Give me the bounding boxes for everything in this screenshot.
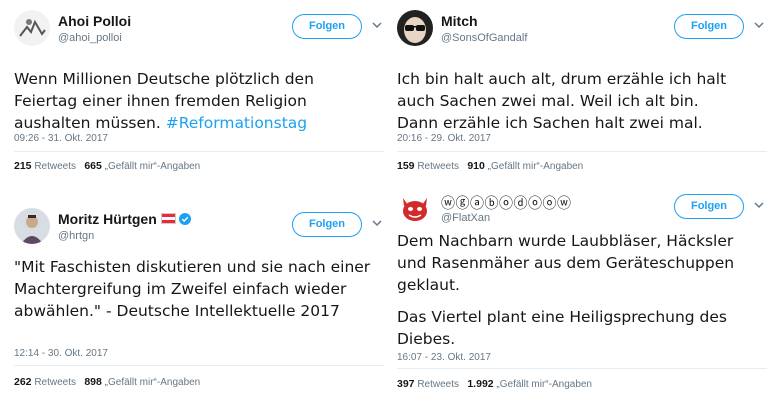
chevron-down-icon[interactable]: [752, 198, 766, 212]
timestamp[interactable]: 09:26 - 31. Okt. 2017: [14, 133, 108, 144]
engagement-stats: 397 Retweets 1.992 „Gefällt mir“-Angaben: [397, 378, 592, 390]
engagement-stats: 262 Retweets 898 „Gefällt mir“-Angaben: [14, 376, 200, 388]
follow-button[interactable]: Folgen: [292, 14, 362, 39]
divider: [397, 368, 767, 369]
follow-button[interactable]: Folgen: [674, 194, 744, 219]
chevron-down-icon[interactable]: [370, 216, 384, 230]
retweets-label[interactable]: Retweets: [417, 161, 459, 172]
retweets-label[interactable]: Retweets: [34, 161, 76, 172]
tweet-card-flatxan: ⓦⓖⓐⓑⓞⓓⓞⓞⓦ @FlatXan Folgen Dem Nachbarn w…: [397, 190, 767, 415]
user-handle[interactable]: @FlatXan: [441, 212, 490, 224]
user-handle[interactable]: @SonsOfGandalf: [441, 32, 527, 44]
hashtag-link[interactable]: #Reformationstag: [166, 114, 307, 132]
tweet-paragraph: Das Viertel plant eine Heiligsprechung d…: [397, 308, 728, 348]
like-count[interactable]: 910: [467, 160, 485, 172]
display-name[interactable]: Ahoi Polloi: [58, 13, 131, 29]
retweet-count[interactable]: 262: [14, 376, 32, 388]
engagement-stats: 159 Retweets 910 „Gefällt mir“-Angaben: [397, 160, 583, 172]
divider: [14, 365, 384, 366]
retweets-label[interactable]: Retweets: [34, 377, 76, 388]
like-count[interactable]: 1.992: [467, 378, 493, 390]
likes-label[interactable]: „Gefällt mir“-Angaben: [105, 377, 201, 388]
retweet-count[interactable]: 397: [397, 378, 415, 390]
timestamp[interactable]: 20:16 - 29. Okt. 2017: [397, 133, 491, 144]
tweet-text: "Mit Faschisten diskutieren und sie nach…: [14, 256, 374, 322]
timestamp[interactable]: 12:14 - 30. Okt. 2017: [14, 348, 108, 359]
engagement-stats: 215 Retweets 665 „Gefällt mir“-Angaben: [14, 160, 200, 172]
divider: [397, 151, 767, 152]
like-count[interactable]: 665: [84, 160, 102, 172]
divider: [14, 151, 384, 152]
likes-label[interactable]: „Gefällt mir“-Angaben: [105, 161, 201, 172]
display-name-text[interactable]: Moritz Hürtgen: [58, 211, 157, 227]
tweet-body: "Mit Faschisten diskutieren und sie nach…: [14, 258, 371, 320]
chevron-down-icon[interactable]: [752, 18, 766, 32]
avatar[interactable]: [14, 208, 50, 244]
avatar[interactable]: [397, 190, 433, 226]
tweet-body: Ich bin halt auch alt, drum erzähle ich …: [397, 70, 727, 132]
retweet-count[interactable]: 215: [14, 160, 32, 172]
retweet-count[interactable]: 159: [397, 160, 415, 172]
display-name[interactable]: Moritz Hürtgen: [58, 211, 191, 227]
timestamp[interactable]: 16:07 - 23. Okt. 2017: [397, 352, 491, 363]
chevron-down-icon[interactable]: [370, 18, 384, 32]
tweet-text: Wenn Millionen Deutsche plötzlich den Fe…: [14, 68, 354, 134]
display-name[interactable]: ⓦⓖⓐⓑⓞⓓⓞⓞⓦ: [441, 193, 572, 213]
tweet-card-ahoi-polloi: Ahoi Polloi @ahoi_polloi Folgen Wenn Mil…: [14, 10, 384, 185]
follow-button[interactable]: Folgen: [292, 212, 362, 237]
tweet-card-mitch: Mitch @SonsOfGandalf Folgen Ich bin halt…: [397, 10, 767, 185]
verified-badge-icon: [178, 213, 191, 225]
follow-button[interactable]: Folgen: [674, 14, 744, 39]
display-name[interactable]: Mitch: [441, 13, 478, 29]
like-count[interactable]: 898: [84, 376, 102, 388]
tweet-text: Ich bin halt auch alt, drum erzähle ich …: [397, 68, 742, 134]
tweet-text: Dem Nachbarn wurde Laubbläser, Häcksler …: [397, 230, 757, 350]
user-handle[interactable]: @hrtgn: [58, 230, 94, 242]
tweet-paragraph: Dem Nachbarn wurde Laubbläser, Häcksler …: [397, 232, 735, 294]
tweet-card-moritz-huertgen: Moritz Hürtgen @hrtgn Folgen "Mit Faschi…: [14, 208, 384, 408]
user-handle[interactable]: @ahoi_polloi: [58, 32, 122, 44]
likes-label[interactable]: „Gefällt mir“-Angaben: [496, 379, 592, 390]
likes-label[interactable]: „Gefällt mir“-Angaben: [488, 161, 584, 172]
avatar[interactable]: [14, 10, 50, 46]
avatar[interactable]: [397, 10, 433, 46]
retweets-label[interactable]: Retweets: [417, 379, 459, 390]
austria-flag-icon: [160, 213, 176, 224]
